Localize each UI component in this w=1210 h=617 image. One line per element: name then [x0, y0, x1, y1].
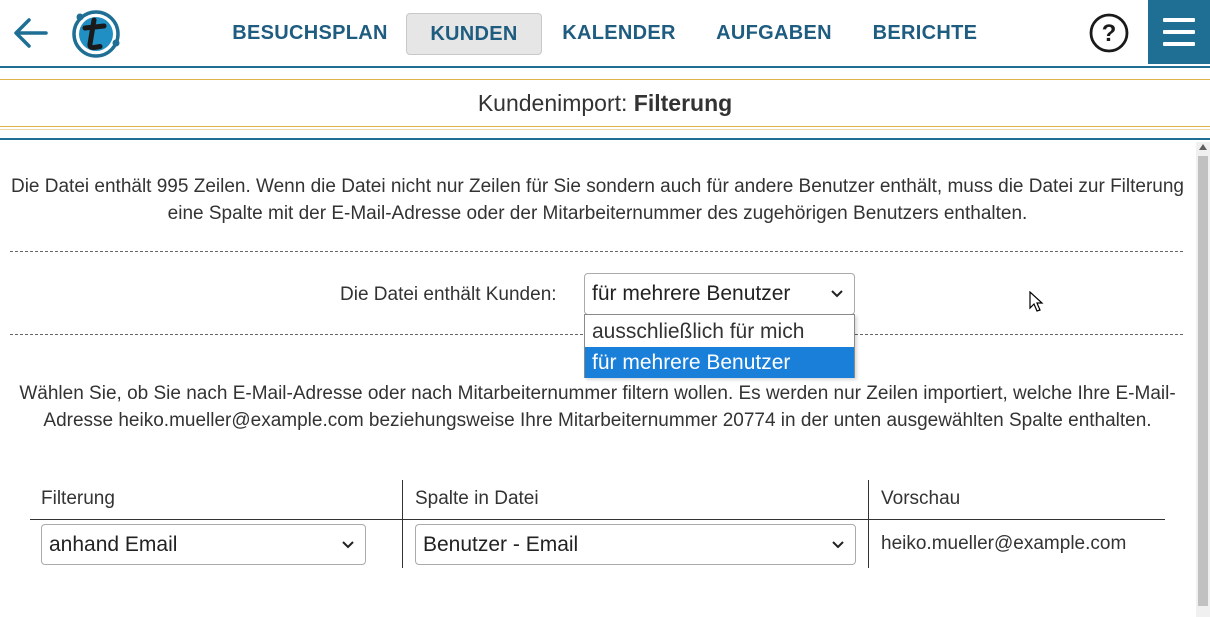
- divider: [0, 138, 1210, 140]
- column-divider: [868, 480, 869, 568]
- file-column-select[interactable]: Benutzer - Email: [415, 524, 856, 565]
- help-label: ?: [1102, 20, 1117, 47]
- help-icon[interactable]: ?: [1089, 13, 1129, 53]
- column-divider: [402, 480, 403, 568]
- page-title-prefix: Kundenimport:: [477, 90, 634, 116]
- t-logo-icon[interactable]: [70, 8, 122, 60]
- back-arrow-icon[interactable]: [12, 14, 50, 52]
- header-spalte-in-datei: Spalte in Datei: [415, 488, 539, 509]
- header-filterung: Filterung: [41, 488, 115, 509]
- dashed-divider: [10, 251, 1183, 252]
- filter-method-value: anhand Email: [49, 533, 178, 556]
- chevron-down-icon: [342, 541, 354, 549]
- header-vorschau: Vorschau: [881, 488, 961, 509]
- nav-aufgaben[interactable]: AUFGABEN: [710, 13, 838, 53]
- chevron-down-icon: [831, 290, 843, 298]
- table-header-line: [30, 519, 1165, 520]
- divider: [0, 129, 1210, 130]
- filter-method-select[interactable]: anhand Email: [41, 524, 366, 565]
- option-multiple-users[interactable]: für mehrere Benutzer: [585, 347, 854, 378]
- top-nav-bar: BESUCHSPLAN KUNDEN KALENDER AUFGABEN BER…: [0, 0, 1210, 68]
- mouse-cursor-icon: [1029, 291, 1044, 312]
- option-only-me[interactable]: ausschließlich für mich: [585, 316, 854, 347]
- hamburger-menu-icon[interactable]: [1148, 0, 1210, 64]
- nav-kalender[interactable]: KALENDER: [556, 13, 682, 53]
- nav-kunden[interactable]: KUNDEN: [406, 13, 542, 55]
- filter-text: Wählen Sie, ob Sie nach E-Mail-Adresse o…: [19, 383, 1176, 431]
- customers-for-dropdown: ausschließlich für mich für mehrere Benu…: [584, 314, 855, 378]
- customers-for-label: Die Datei enthält Kunden:: [340, 284, 557, 305]
- chevron-down-icon: [832, 541, 844, 549]
- page-title-bold: Filterung: [633, 90, 733, 116]
- intro-text: Die Datei enthält 995 Zeilen. Wenn die D…: [10, 176, 1185, 224]
- file-column-value: Benutzer - Email: [423, 533, 579, 556]
- preview-value: heiko.mueller@example.com: [881, 533, 1127, 554]
- customers-for-value: für mehrere Benutzer: [592, 282, 791, 305]
- scrollbar-thumb[interactable]: [1198, 156, 1208, 606]
- page-title: Kundenimport: Filterung: [0, 79, 1210, 127]
- scroll-up-icon[interactable]: [1199, 144, 1207, 150]
- customers-for-select[interactable]: für mehrere Benutzer: [584, 273, 855, 315]
- nav-besuchsplan[interactable]: BESUCHSPLAN: [230, 13, 390, 53]
- nav-berichte[interactable]: BERICHTE: [866, 13, 984, 53]
